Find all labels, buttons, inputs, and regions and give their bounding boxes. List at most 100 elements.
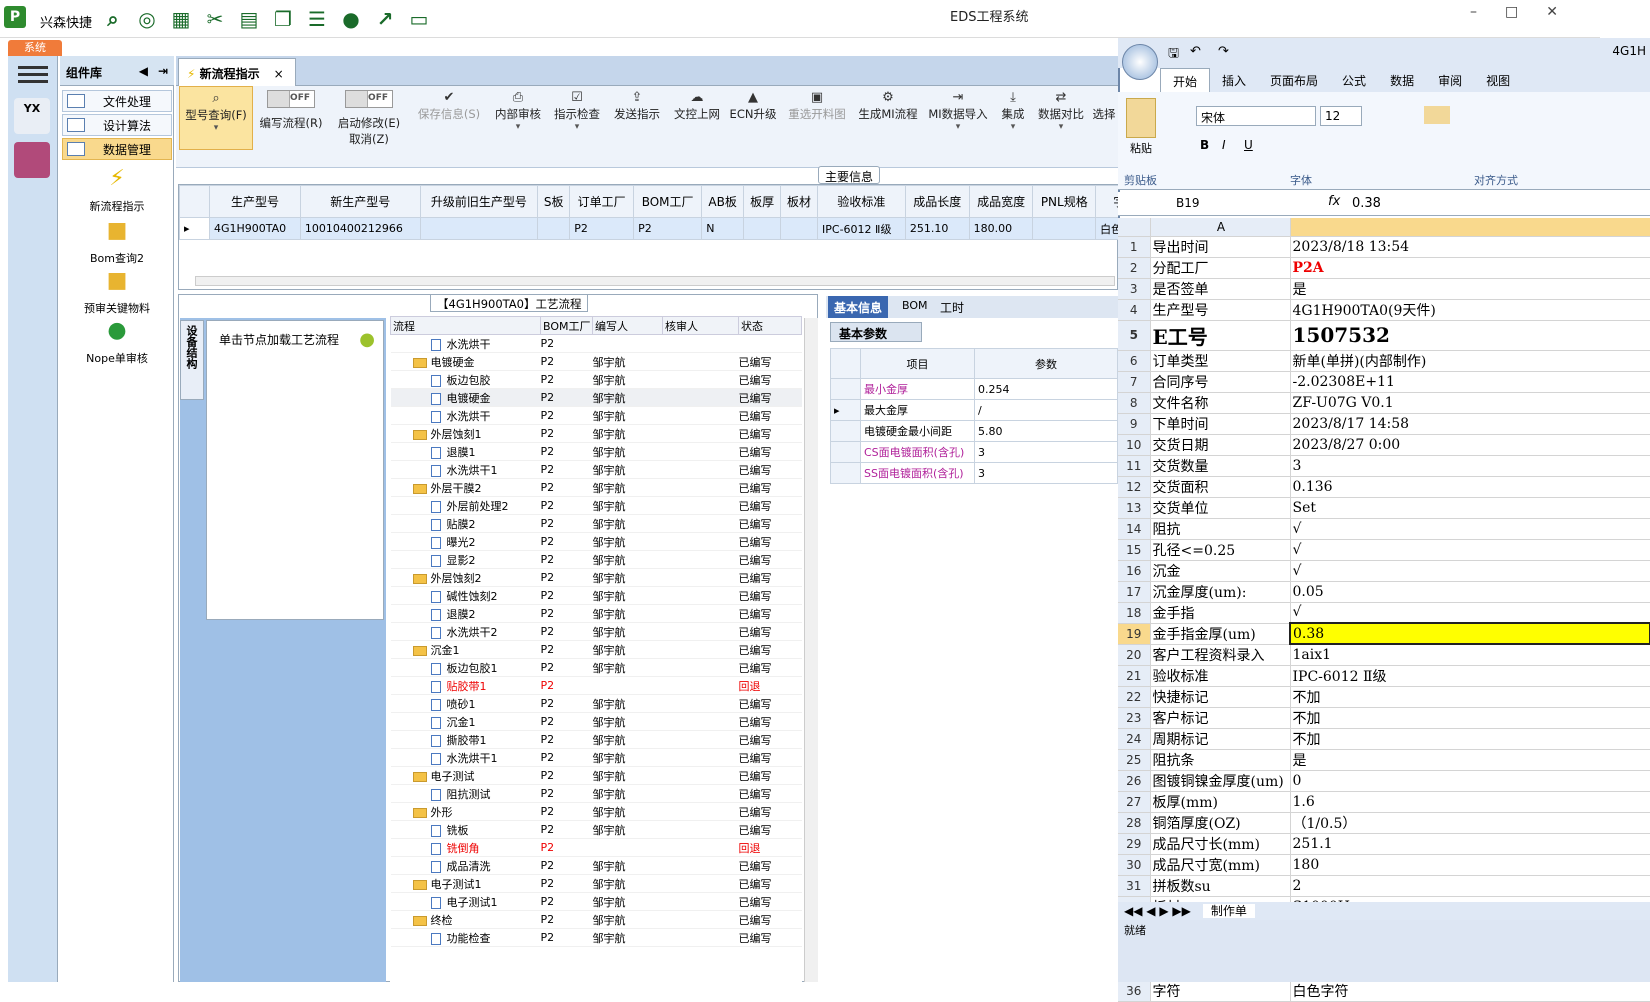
tree-row[interactable]: 水洗烘干 P2 邹宇航 已编写	[390, 406, 802, 425]
cell-10[interactable]: 251.10	[904, 217, 970, 240]
param-row[interactable]: 最小金厚 0.254	[830, 378, 1118, 400]
horizontal-scrollbar[interactable]	[195, 276, 1115, 286]
cell-b[interactable]: 0.136	[1290, 476, 1650, 498]
row-number[interactable]: 36	[1118, 980, 1151, 1002]
cell-b[interactable]: 2023/8/27 0:00	[1290, 434, 1650, 456]
col-status[interactable]: 状态	[738, 316, 802, 335]
ecn-upgrade-button[interactable]: ▲ ECN升级	[728, 86, 778, 150]
col-flow[interactable]: 流程	[390, 316, 541, 335]
cell-b[interactable]: 0.05	[1290, 581, 1650, 603]
fx-icon[interactable]: fx	[1328, 194, 1340, 209]
close-tab-icon[interactable]: ×	[274, 67, 284, 81]
tree-row[interactable]: 喷砂1 P2 邹宇航 已编写	[390, 694, 802, 713]
italic-icon[interactable]: I	[1222, 138, 1226, 152]
excel-tab[interactable]: 视图	[1474, 68, 1522, 92]
row-number[interactable]: 5	[1118, 320, 1151, 351]
tree-row[interactable]: 电子测试 P2 邹宇航 已编写	[390, 766, 802, 785]
cell-a[interactable]: 交货日期	[1150, 434, 1291, 456]
excel-tab[interactable]: 审阅	[1426, 68, 1474, 92]
cell-b[interactable]: 1.6	[1290, 791, 1650, 813]
row-number[interactable]: 29	[1118, 833, 1151, 855]
row-number[interactable]: 30	[1118, 854, 1151, 876]
model-query-button[interactable]: ⌕ 型号查询(F) ▾	[179, 86, 253, 150]
col-reviewer[interactable]: 核审人	[662, 316, 739, 335]
nav-file-processing[interactable]: 文件处理	[62, 90, 172, 112]
cell-a[interactable]: 下单时间	[1150, 413, 1291, 435]
tree-row[interactable]: 阻抗测试 P2 邹宇航 已编写	[390, 784, 802, 803]
tree-row[interactable]: 退膜2 P2 邹宇航 已编写	[390, 604, 802, 623]
tree-row[interactable]: 电镀硬金 P2 邹宇航 已编写	[390, 388, 802, 407]
integrate-button[interactable]: ⤓ 集成 ▾	[996, 86, 1030, 150]
cell-b[interactable]: 0.38	[1289, 622, 1650, 645]
tree-row[interactable]: 外层蚀刻2 P2 邹宇航 已编写	[390, 568, 802, 587]
scissors-icon[interactable]: ✂	[202, 6, 228, 32]
cell-b[interactable]: 不加	[1290, 728, 1650, 750]
param-value[interactable]: /	[974, 399, 1118, 421]
cell-a[interactable]: 合同序号	[1150, 371, 1291, 393]
tree-row[interactable]: 撕胶带1 P2 邹宇航 已编写	[390, 730, 802, 749]
row-number[interactable]: 16	[1118, 560, 1151, 582]
col-11[interactable]: 成品宽度	[968, 185, 1034, 218]
save-info-button[interactable]: ✔ 保存信息(S)	[414, 86, 484, 150]
office-button[interactable]	[1122, 44, 1158, 80]
param-value[interactable]: 0.254	[974, 378, 1118, 400]
row-selector-icon[interactable]: ▸	[179, 217, 210, 240]
tool-new-flow[interactable]: ⚡ 新流程指示	[62, 164, 172, 214]
tree-row[interactable]: 电镀硬金 P2 邹宇航 已编写	[390, 352, 802, 371]
row-number[interactable]: 1	[1118, 236, 1151, 258]
col-bom-factory[interactable]: BOM工厂	[540, 316, 593, 335]
cell-a[interactable]: 是否签单	[1150, 278, 1291, 300]
tool-pre-review[interactable]: ■ 预审关键物料	[62, 266, 172, 316]
col-10[interactable]: 成品长度	[904, 185, 970, 218]
row-number[interactable]: 22	[1118, 686, 1151, 708]
sheet-tab[interactable]: 制作单	[1202, 904, 1255, 918]
redo-icon[interactable]: ↷	[1218, 44, 1229, 59]
yx-icon[interactable]: YX	[14, 98, 50, 134]
film-icon[interactable]: ▤	[236, 6, 262, 32]
cell-6[interactable]: N	[701, 217, 745, 240]
cell-a[interactable]: 板厚(mm)	[1150, 791, 1291, 813]
tab-new-flow[interactable]: ⚡ 新流程指示 ×	[178, 58, 296, 86]
cell-a[interactable]: 图镀铜镍金厚度(um)	[1150, 770, 1291, 792]
menu-icon[interactable]	[18, 62, 48, 84]
row-number[interactable]: 31	[1118, 875, 1151, 897]
cell-b[interactable]: IPC-6012 Ⅱ级	[1290, 665, 1650, 687]
row-number[interactable]: 10	[1118, 434, 1151, 456]
param-row[interactable]: SS面电镀面积(含孔) 3	[830, 462, 1118, 484]
tree-row[interactable]: 水洗烘干 P2	[390, 334, 802, 353]
cell-a[interactable]: 交货面积	[1150, 476, 1291, 498]
mi-data-import-button[interactable]: ⇥ MI数据导入 ▾	[924, 86, 992, 150]
tree-row[interactable]: 功能检查 P2 邹宇航 已编写	[390, 928, 802, 947]
col-0[interactable]: 生产型号	[209, 185, 301, 218]
col-9[interactable]: 验收标准	[817, 185, 906, 218]
row-number[interactable]: 25	[1118, 749, 1151, 771]
row-number[interactable]: 13	[1118, 497, 1151, 519]
row-number[interactable]: 17	[1118, 581, 1151, 603]
copy-icon[interactable]: ❐	[270, 6, 296, 32]
cell-a[interactable]: 沉金	[1150, 560, 1291, 582]
cell-3[interactable]	[537, 217, 571, 240]
excel-tab[interactable]: 页面布局	[1258, 68, 1330, 92]
tree-row[interactable]: 水洗烘干2 P2 邹宇航 已编写	[390, 622, 802, 641]
tree-row[interactable]: 外层干膜2 P2 邹宇航 已编写	[390, 478, 802, 497]
tree-row[interactable]: 电子测试1 P2 邹宇航 已编写	[390, 874, 802, 893]
cell-a[interactable]: 拼板数su	[1150, 875, 1291, 897]
monitor-icon[interactable]: ▭	[406, 6, 432, 32]
minimize-icon[interactable]: –	[1470, 4, 1477, 20]
generate-mi-flow-button[interactable]: ⚙ 生成MI流程	[856, 86, 920, 150]
send-instruction-button[interactable]: ⇪ 发送指示	[610, 86, 664, 150]
tree-row[interactable]: 沉金1 P2 邹宇航 已编写	[390, 640, 802, 659]
cell-b[interactable]: 2	[1290, 875, 1650, 897]
cell-b[interactable]: 3	[1290, 455, 1650, 477]
start-modify-toggle[interactable]: OFF 启动修改(E) 取消(Z)	[334, 86, 404, 150]
cell-9[interactable]: IPC-6012 Ⅱ级	[817, 217, 906, 240]
cell-b[interactable]: 白色字符	[1290, 980, 1650, 1002]
cell-b[interactable]: -2.02308E+11	[1290, 371, 1650, 393]
cell-b[interactable]: （1/0.5）	[1290, 812, 1650, 834]
row-number[interactable]: 2	[1118, 257, 1151, 279]
user-icon[interactable]: ●	[338, 6, 364, 32]
cell-5[interactable]: P2	[633, 217, 703, 240]
param-value[interactable]: 3	[974, 462, 1118, 484]
doc-online-button[interactable]: ☁ 文控上网	[670, 86, 724, 150]
col-7[interactable]: 板厚	[743, 185, 782, 218]
